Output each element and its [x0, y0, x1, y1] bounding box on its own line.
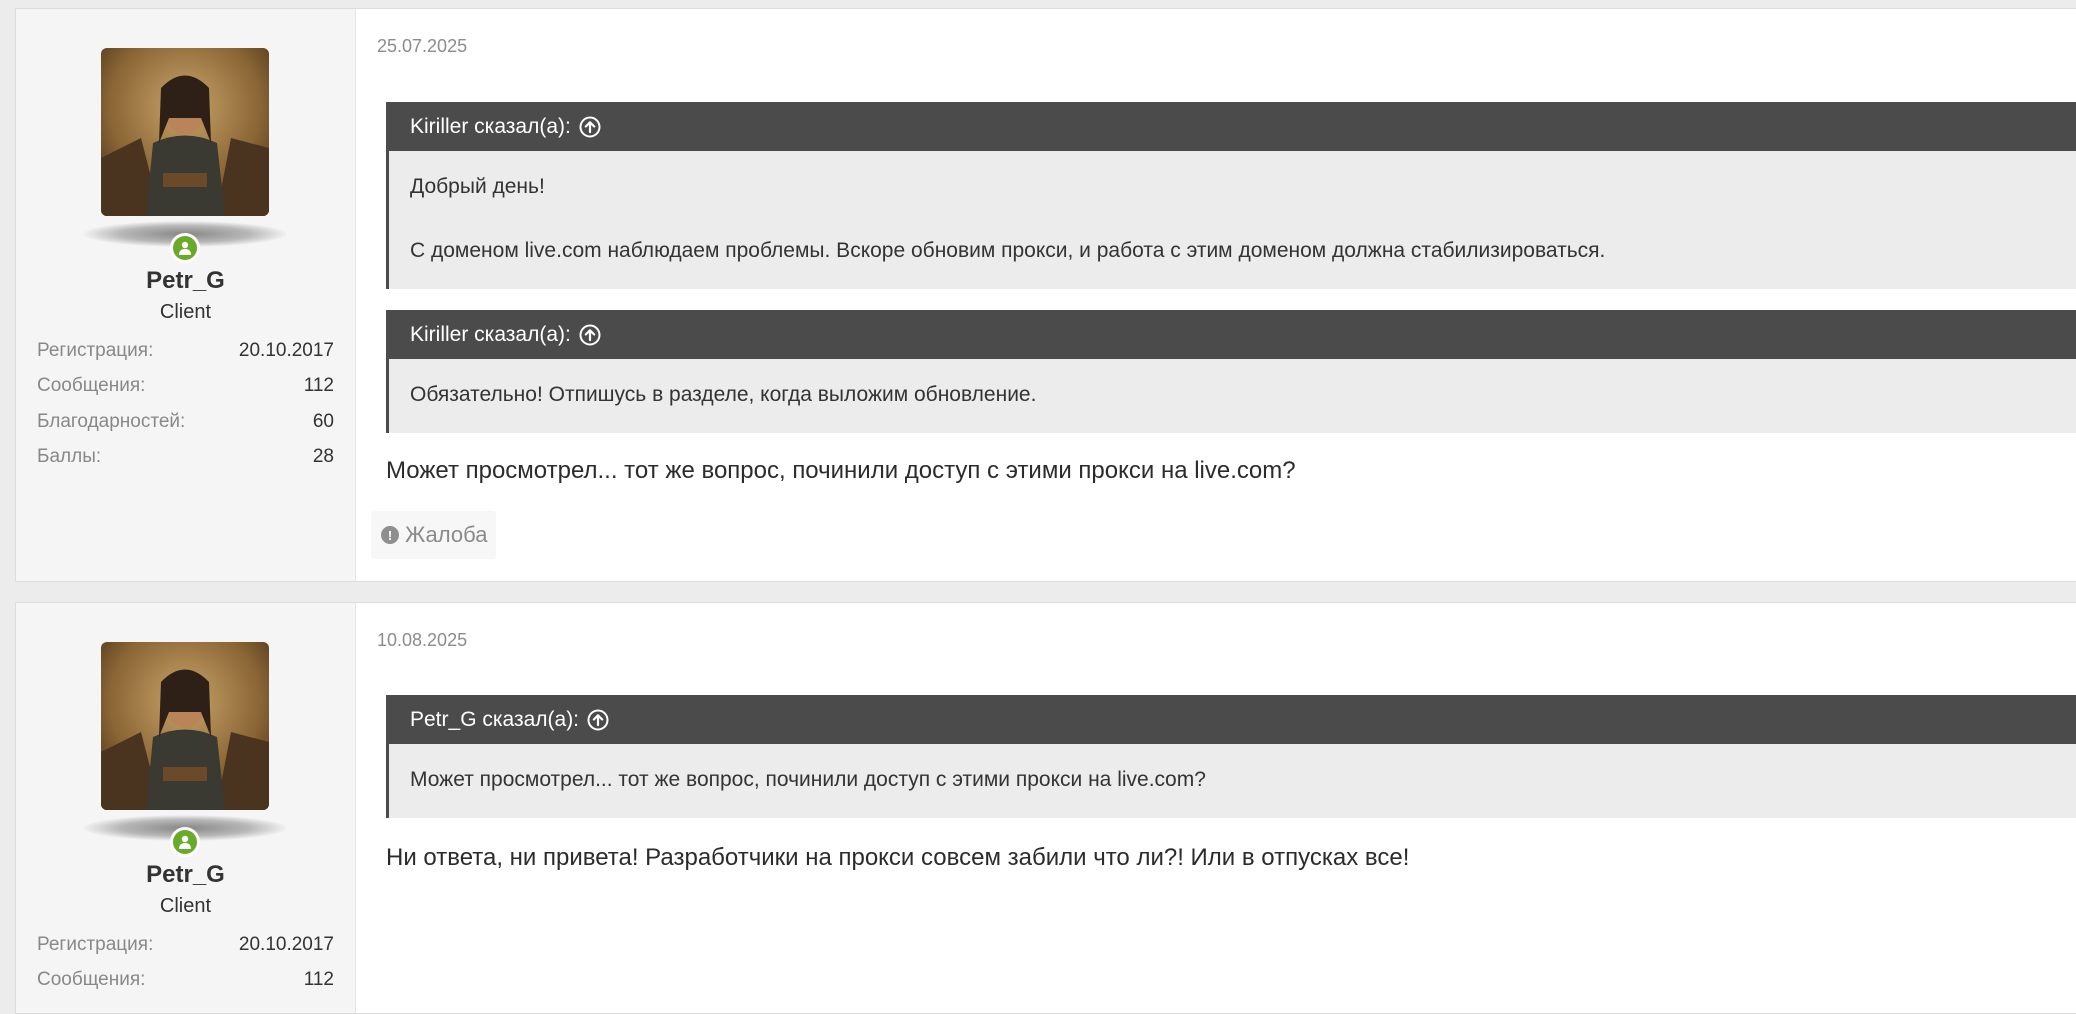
- post-message: Может просмотрел... тот же вопрос, почин…: [386, 457, 1296, 484]
- quote-attribution: Kiriller сказал(а):: [410, 114, 571, 138]
- quote-header[interactable]: Kiriller сказал(а):: [389, 310, 2076, 359]
- stat-value: 112: [303, 375, 334, 397]
- post-content: 25.07.2025 Kiriller сказал(а): Добрый де…: [356, 9, 2076, 581]
- quote-body: Добрый день! С доменом live.com наблюдае…: [389, 151, 2076, 289]
- stat-label: Сообщения:: [37, 375, 146, 397]
- stat-points: Баллы: 28: [37, 440, 334, 476]
- stat-label: Регистрация:: [37, 933, 154, 955]
- quote-block: Kiriller сказал(а): Добрый день! С домен…: [386, 102, 2076, 289]
- author-stats: Регистрация: 20.10.2017 Сообщения: 112: [37, 927, 334, 998]
- stat-label: Баллы:: [37, 446, 102, 468]
- stat-value: 60: [312, 410, 334, 432]
- forum-post: Petr_G Client Регистрация: 20.10.2017 Со…: [15, 602, 2076, 1014]
- author-user-title: Client: [159, 895, 212, 917]
- author-username[interactable]: Petr_G: [16, 267, 355, 295]
- post-author-sidebar: Petr_G Client Регистрация: 20.10.2017 Со…: [16, 9, 356, 581]
- exclamation-circle-icon: !: [381, 526, 399, 544]
- post-content: 10.08.2025 Petr_G сказал(а): Может просм…: [356, 603, 2076, 1013]
- arrow-circle-up-icon[interactable]: [579, 324, 601, 346]
- quote-block: Petr_G сказал(а): Может просмотрел... то…: [386, 695, 2076, 818]
- arrow-circle-up-icon[interactable]: [587, 709, 609, 731]
- quote-block: Kiriller сказал(а): Обязательно! Отпишус…: [386, 310, 2076, 433]
- post-message: Ни ответа, ни привета! Разработчики на п…: [386, 844, 1410, 871]
- quote-line: Добрый день!: [410, 175, 545, 198]
- user-online-icon: [179, 835, 191, 849]
- stat-label: Сообщения:: [37, 969, 146, 991]
- report-button[interactable]: ! Жалоба: [371, 511, 496, 559]
- user-online-icon: [179, 241, 191, 255]
- stat-label: Регистрация:: [37, 339, 154, 361]
- quote-line: Может просмотрел... тот же вопрос, почин…: [410, 768, 1206, 791]
- stat-registration: Регистрация: 20.10.2017: [37, 333, 334, 369]
- author-stats: Регистрация: 20.10.2017 Сообщения: 112 Б…: [37, 333, 334, 475]
- online-status-indicator: [170, 827, 200, 857]
- author-username[interactable]: Petr_G: [16, 861, 355, 889]
- online-status-indicator: [170, 233, 200, 263]
- stat-value: 28: [312, 446, 334, 468]
- author-user-title: Client: [159, 301, 212, 323]
- stat-value: 112: [303, 969, 334, 991]
- avatar[interactable]: [101, 642, 269, 810]
- stat-label: Благодарностей:: [37, 410, 186, 432]
- quote-line: Обязательно! Отпишусь в разделе, когда в…: [410, 383, 1037, 406]
- avatar[interactable]: [101, 48, 269, 216]
- stat-registration: Регистрация: 20.10.2017: [37, 927, 334, 963]
- quote-body: Может просмотрел... тот же вопрос, почин…: [389, 744, 2076, 818]
- post-author-sidebar: Petr_G Client Регистрация: 20.10.2017 Со…: [16, 603, 356, 1013]
- stat-thanks: Благодарностей: 60: [37, 404, 334, 440]
- report-label: Жалоба: [405, 522, 488, 547]
- quote-line: С доменом live.com наблюдаем проблемы. В…: [410, 239, 1606, 262]
- stat-value: 20.10.2017: [238, 933, 334, 955]
- post-date[interactable]: 25.07.2025: [377, 36, 467, 57]
- quote-header[interactable]: Kiriller сказал(а):: [389, 102, 2076, 151]
- arrow-circle-up-icon[interactable]: [579, 116, 601, 138]
- stat-messages: Сообщения: 112: [37, 369, 334, 405]
- quote-attribution: Petr_G сказал(а):: [410, 707, 580, 731]
- quote-body: Обязательно! Отпишусь в разделе, когда в…: [389, 359, 2076, 433]
- quote-attribution: Kiriller сказал(а):: [410, 322, 571, 346]
- post-date[interactable]: 10.08.2025: [377, 630, 467, 651]
- stat-messages: Сообщения: 112: [37, 963, 334, 999]
- forum-post: Petr_G Client Регистрация: 20.10.2017 Со…: [15, 8, 2076, 582]
- stat-value: 20.10.2017: [238, 339, 334, 361]
- quote-header[interactable]: Petr_G сказал(а):: [389, 695, 2076, 744]
